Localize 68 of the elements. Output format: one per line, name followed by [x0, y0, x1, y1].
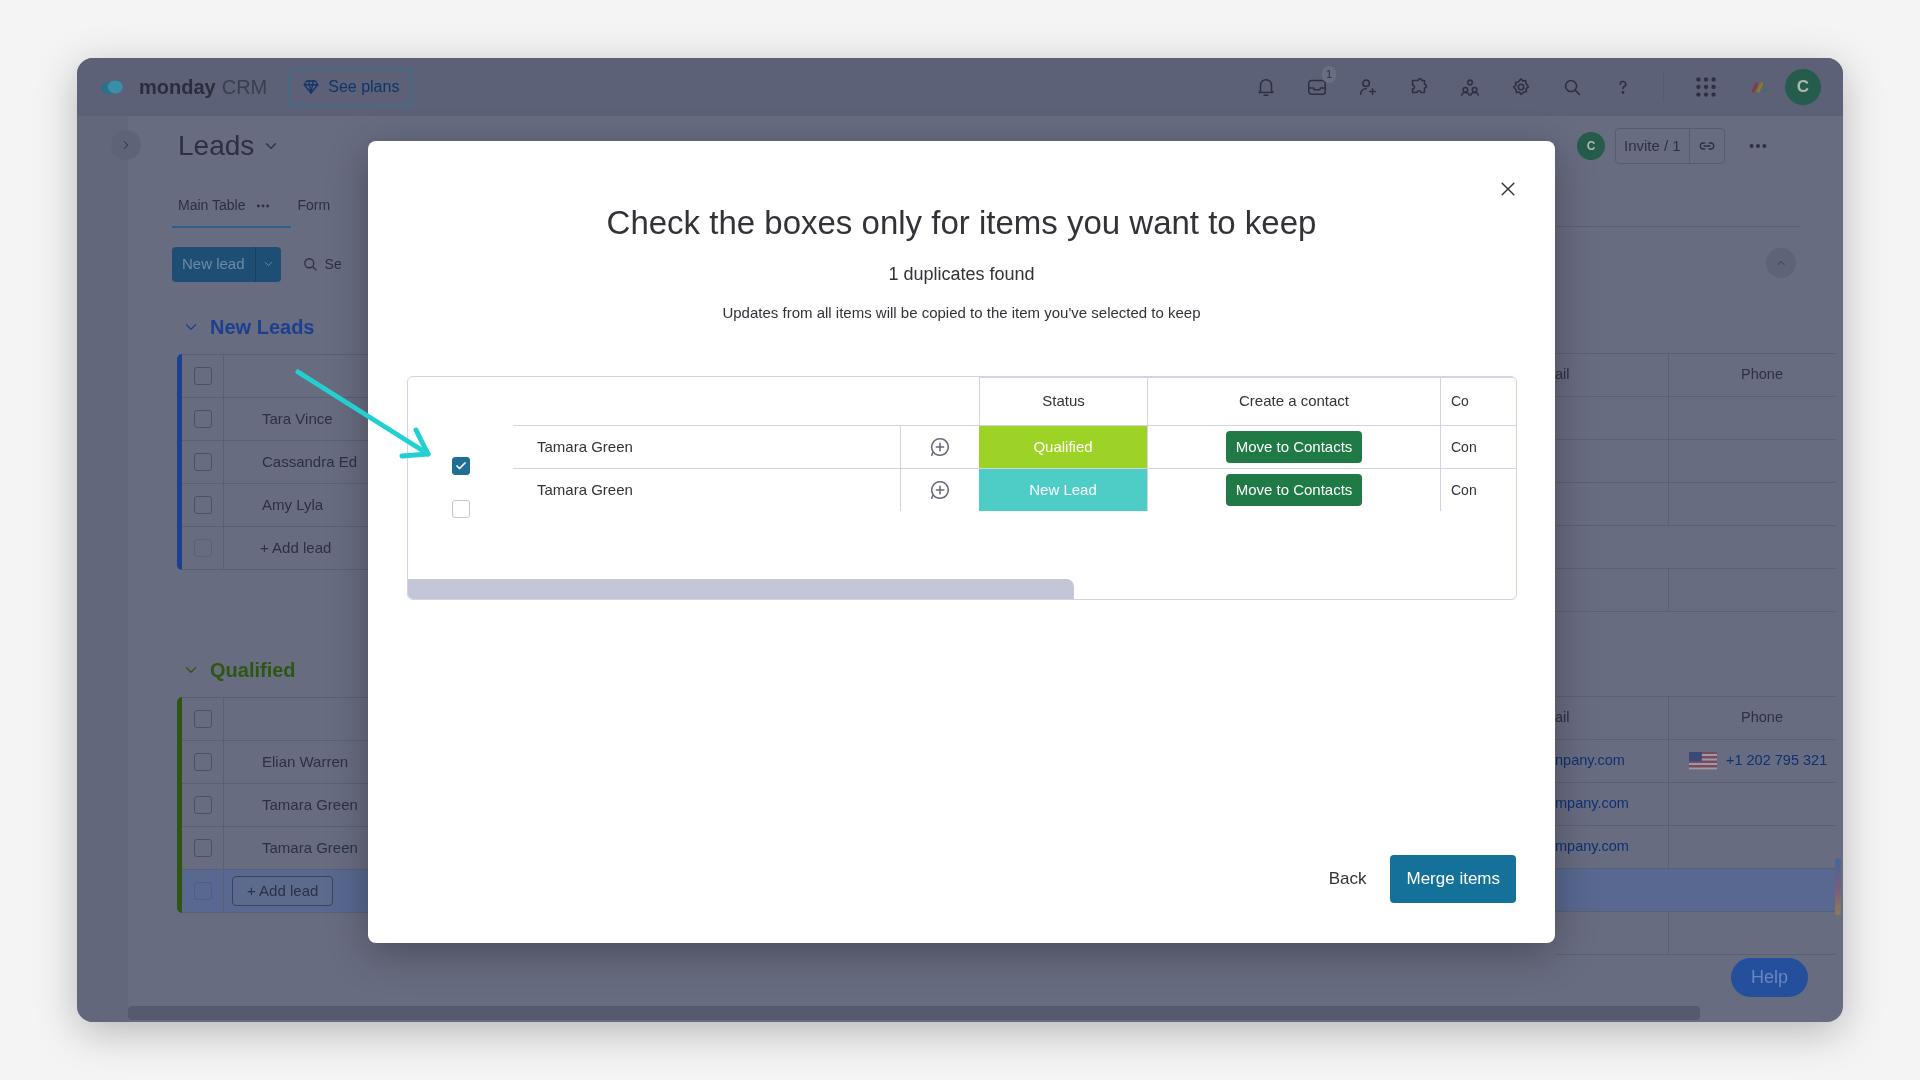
see-plans-button[interactable]: See plans — [289, 68, 413, 106]
item-name: Tamara Green — [261, 837, 358, 858]
row-checkbox[interactable] — [193, 796, 212, 814]
add-update-icon[interactable] — [929, 479, 951, 501]
column-header: Phone — [1741, 708, 1783, 728]
dialog-description: Updates from all items will be copied to the item you've selected to keep — [721, 303, 1202, 323]
keep-checkbox[interactable] — [451, 457, 470, 475]
row-checkbox[interactable] — [193, 839, 212, 857]
scrollbar-thumb[interactable] — [1835, 858, 1841, 915]
people-icon[interactable] — [1459, 76, 1481, 98]
item-name: Elian Warren — [261, 751, 349, 772]
add-item-field[interactable]: + Add lead — [246, 527, 346, 569]
item-name: Tamara Green — [261, 794, 358, 815]
flag-icon — [1689, 752, 1717, 770]
column-header: Status — [979, 377, 1147, 425]
email-link[interactable]: npany.com — [1555, 750, 1625, 772]
group-title: New Leads — [210, 315, 315, 340]
row-checkbox[interactable] — [193, 496, 212, 514]
move-to-contacts-button[interactable]: Move to Contacts — [1225, 473, 1363, 507]
status-label[interactable]: Qualified — [979, 426, 1147, 468]
view-tab[interactable]: Form — [291, 195, 337, 228]
diamond-icon — [302, 78, 321, 96]
item-name: Amy Lyla — [261, 494, 324, 515]
help-button[interactable]: Help — [1730, 958, 1808, 997]
brand-name: monday — [139, 75, 216, 100]
settings-icon[interactable] — [1510, 76, 1532, 98]
column-header: Create a contact — [1147, 377, 1441, 425]
bell-icon[interactable] — [1255, 76, 1277, 98]
table-cell-text: Con — [1450, 480, 1478, 500]
back-button[interactable]: Back — [1326, 858, 1369, 900]
person-plus-icon[interactable] — [1357, 76, 1379, 98]
new-lead-button[interactable]: New lead — [172, 246, 255, 282]
email-link[interactable]: mpany.com — [1555, 836, 1629, 858]
row-checkbox[interactable] — [193, 453, 212, 471]
board-title: Leads — [178, 129, 255, 163]
merge-items-button[interactable]: Merge items — [1390, 855, 1516, 903]
item-name: Tamara Green — [513, 426, 901, 468]
apps-grid-icon[interactable] — [1693, 74, 1719, 100]
check-icon — [454, 460, 467, 472]
user-avatar[interactable]: C — [1785, 69, 1821, 105]
dropdown-button[interactable] — [254, 246, 281, 282]
column-header: Co — [1441, 377, 1516, 425]
row-checkbox[interactable] — [193, 410, 212, 428]
add-update-icon[interactable] — [929, 436, 951, 458]
duplicates-count: 1 duplicates found — [887, 263, 1036, 286]
user-avatar[interactable]: C — [1577, 132, 1605, 160]
move-to-contacts-button[interactable]: Move to Contacts — [1225, 430, 1363, 464]
table-cell-text: Con — [1450, 437, 1478, 457]
group-title: Qualified — [210, 658, 296, 683]
phone-link[interactable]: +1 202 795 321 — [1726, 750, 1828, 772]
expand-sidebar-button[interactable] — [111, 130, 141, 160]
row-checkbox[interactable] — [193, 710, 212, 728]
item-name: Cassandra Ed — [261, 451, 358, 472]
keep-checkbox[interactable] — [451, 500, 470, 518]
row-checkbox[interactable] — [193, 367, 212, 385]
status-label[interactable]: New Lead — [979, 469, 1147, 511]
view-tab[interactable]: Main Table — [172, 195, 292, 228]
collapse-button[interactable] — [1766, 248, 1796, 278]
item-name: Tara Vince — [261, 408, 333, 429]
item-name: Tamara Green — [513, 469, 901, 511]
horizontal-scrollbar[interactable] — [408, 579, 1074, 599]
email-link[interactable]: mpany.com — [1555, 793, 1629, 815]
column-header: Phone — [1741, 365, 1783, 385]
search-field[interactable]: Se — [300, 253, 342, 275]
add-item-field[interactable]: + Add lead — [232, 876, 334, 906]
row-checkbox[interactable] — [193, 753, 212, 771]
dialog-title: Check the boxes only for items you want to keep — [605, 203, 1318, 243]
notification-count: 1 — [1321, 66, 1336, 83]
